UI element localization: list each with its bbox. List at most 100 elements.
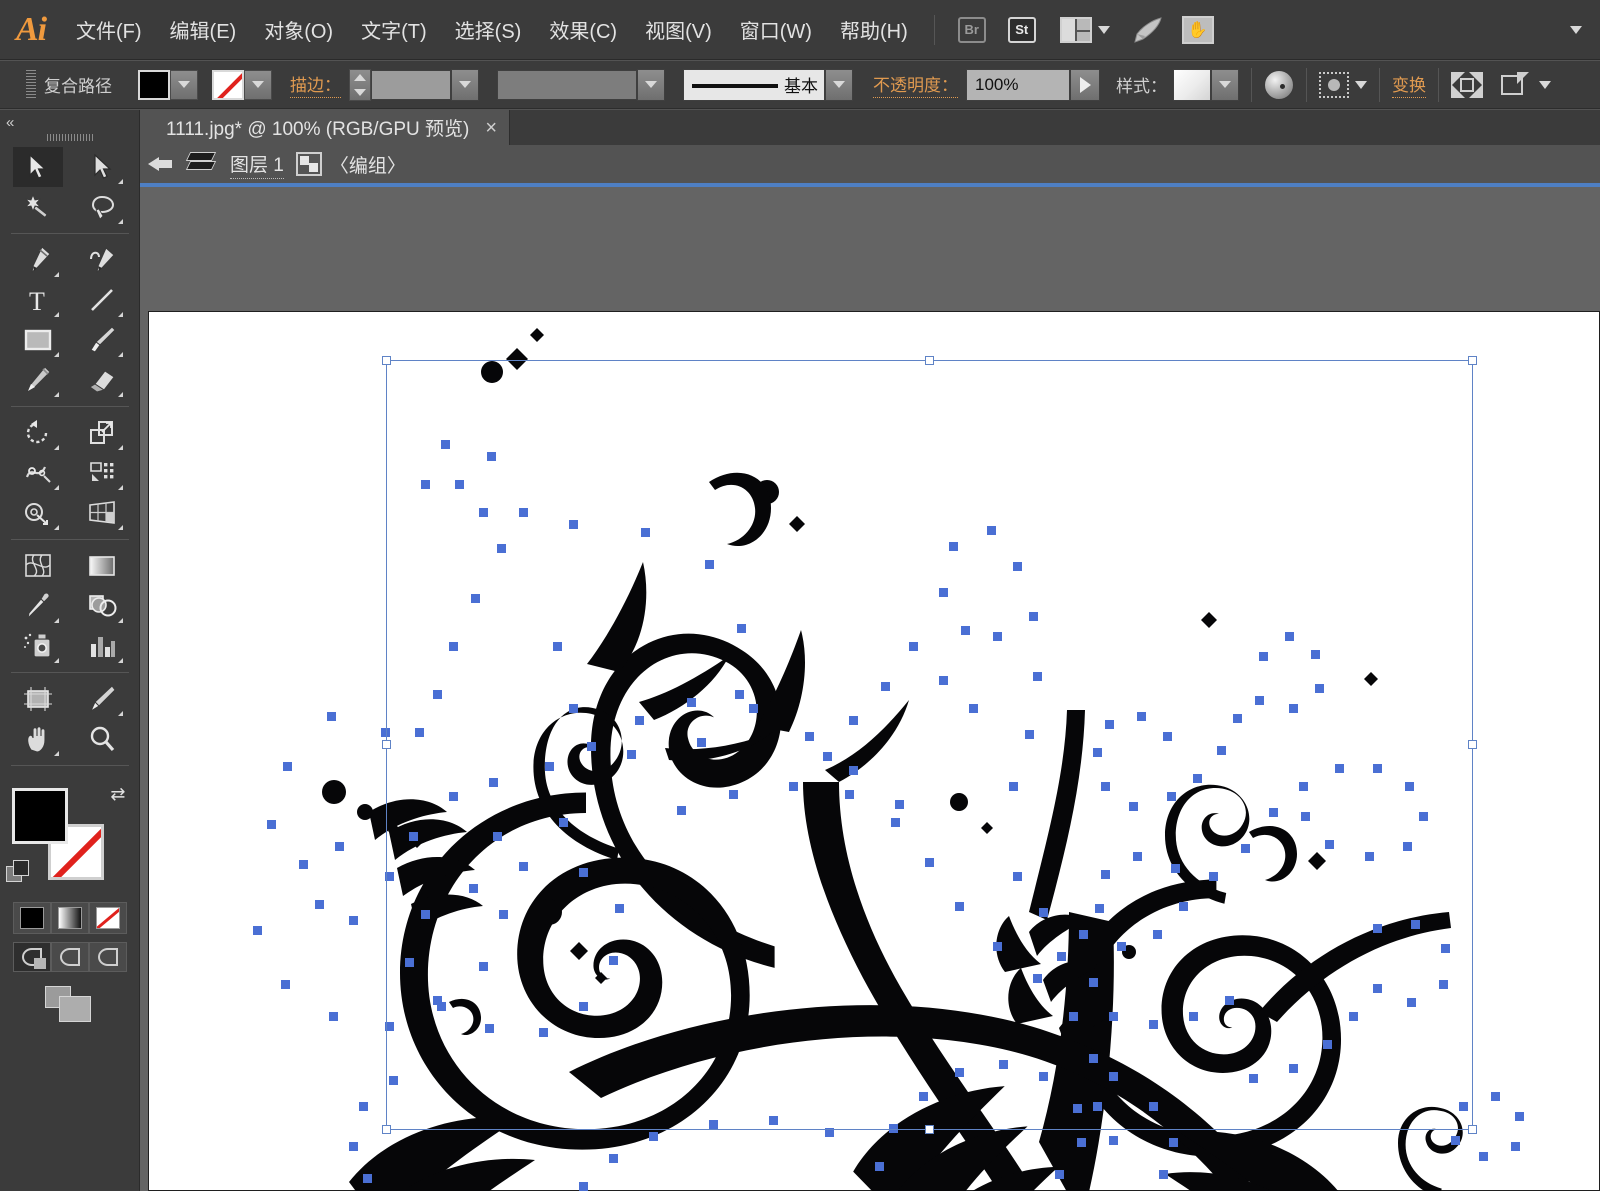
- paint-mode-bar: [12, 902, 127, 934]
- stock-icon[interactable]: St: [1005, 15, 1039, 45]
- tools-panel-grip[interactable]: [46, 134, 93, 141]
- width-tool[interactable]: [13, 453, 63, 493]
- stroke-swatch[interactable]: [212, 69, 244, 100]
- chevron-down-icon: [1097, 25, 1110, 34]
- symbol-sprayer-tool[interactable]: [13, 626, 63, 666]
- tools-panel-collapse[interactable]: «: [0, 110, 139, 134]
- shape-builder-tool[interactable]: [13, 493, 63, 533]
- fill-dropdown-chevron-icon[interactable]: [170, 69, 198, 100]
- magic-wand-tool[interactable]: [13, 187, 63, 227]
- style-swatch[interactable]: [1173, 68, 1211, 101]
- perspective-grid-tool[interactable]: [77, 493, 127, 533]
- type-tool[interactable]: T: [13, 280, 63, 320]
- menu-object[interactable]: 对象(O): [250, 0, 347, 60]
- gradient-mode[interactable]: [50, 902, 89, 934]
- menu-effect[interactable]: 效果(C): [535, 0, 631, 60]
- tools-panel: « T ⇄: [0, 110, 140, 1191]
- paintbrush-tool[interactable]: [77, 320, 127, 360]
- rectangle-tool[interactable]: [13, 320, 63, 360]
- hand-drop-icon[interactable]: ✋: [1181, 15, 1215, 45]
- menu-view[interactable]: 视图(V): [631, 0, 726, 60]
- menu-window[interactable]: 窗口(W): [726, 0, 826, 60]
- artboard[interactable]: [148, 311, 1600, 1191]
- fill-swatch-group[interactable]: [138, 69, 198, 100]
- free-transform-tool[interactable]: [77, 453, 127, 493]
- swap-fill-stroke-icon[interactable]: ⇄: [110, 784, 125, 805]
- menu-type[interactable]: 文字(T): [347, 0, 441, 60]
- scale-tool[interactable]: [77, 413, 127, 453]
- group-target-icon[interactable]: [295, 152, 322, 176]
- fill-color-swatch[interactable]: [11, 788, 68, 844]
- stroke-weight-input[interactable]: [371, 69, 451, 100]
- style-chevron-icon[interactable]: [1211, 68, 1239, 101]
- menu-select[interactable]: 选择(S): [441, 0, 536, 60]
- slice-tool[interactable]: [77, 679, 127, 719]
- stroke-dropdown-chevron-icon[interactable]: [244, 69, 272, 100]
- hand-tool[interactable]: [13, 719, 63, 759]
- stroke-profile-chevron-icon[interactable]: [637, 68, 665, 101]
- control-bar-overflow-chevron-icon[interactable]: [1539, 80, 1551, 89]
- tool-grid: T: [6, 147, 134, 772]
- normal-screen-mode[interactable]: [12, 942, 51, 972]
- control-divider-1: [1251, 67, 1252, 102]
- gradient-tool[interactable]: [77, 546, 127, 586]
- document-tab[interactable]: 1111.jpg* @ 100% (RGB/GPU 预览) ×: [148, 110, 511, 145]
- control-bar: 复合路径 描边： 基本 不透明度： 100% 样式： 变换: [0, 61, 1600, 109]
- layers-icon[interactable]: [185, 151, 220, 177]
- menu-edit[interactable]: 编辑(E): [156, 0, 251, 60]
- full-screen-icon: [97, 948, 118, 966]
- align-icon[interactable]: [1451, 71, 1483, 98]
- solid-color-mode[interactable]: [12, 902, 51, 934]
- rocket-icon[interactable]: [1131, 15, 1165, 45]
- select-similar-chevron-icon[interactable]: [1355, 80, 1367, 89]
- control-divider-2: [1306, 67, 1307, 102]
- menu-file[interactable]: 文件(F): [62, 0, 156, 60]
- brush-definition-chevron-icon[interactable]: [825, 68, 853, 101]
- stroke-weight-stepper[interactable]: [349, 68, 371, 101]
- stroke-profile-input[interactable]: [497, 69, 637, 100]
- change-screen-mode-icon[interactable]: [44, 986, 95, 1022]
- curvature-tool[interactable]: [77, 240, 127, 280]
- menu-help[interactable]: 帮助(H): [826, 0, 922, 60]
- canvas-area[interactable]: [140, 187, 1600, 1191]
- direct-selection-tool[interactable]: [77, 147, 127, 187]
- opacity-sphere-icon[interactable]: [1264, 69, 1294, 100]
- transform-label[interactable]: 变换: [1392, 71, 1426, 98]
- back-arrow-icon[interactable]: [148, 151, 178, 177]
- pencil-tool[interactable]: [13, 360, 63, 400]
- opacity-label[interactable]: 不透明度：: [873, 71, 958, 98]
- opacity-popup-arrow-icon[interactable]: [1070, 68, 1100, 101]
- close-icon[interactable]: ×: [485, 118, 497, 138]
- blend-tool[interactable]: [77, 586, 127, 626]
- selection-type-label: 复合路径: [44, 77, 112, 96]
- brush-definition-preview[interactable]: 基本: [683, 68, 825, 101]
- stroke-weight-chevron-icon[interactable]: [451, 68, 479, 101]
- artboard-tool[interactable]: [13, 679, 63, 719]
- lasso-tool[interactable]: [77, 187, 127, 227]
- selection-tool[interactable]: [12, 147, 63, 187]
- stroke-weight-label[interactable]: 描边：: [290, 71, 341, 98]
- full-screen-menu-mode[interactable]: [50, 942, 89, 972]
- default-fill-stroke-icon[interactable]: [5, 860, 30, 882]
- control-bar-grip[interactable]: [26, 69, 36, 100]
- fill-swatch[interactable]: [138, 69, 170, 100]
- zoom-tool[interactable]: [77, 719, 127, 759]
- document-setup-icon[interactable]: [1499, 71, 1533, 98]
- none-mode[interactable]: [88, 902, 127, 934]
- select-similar-icon[interactable]: [1319, 71, 1349, 98]
- arrange-documents-icon[interactable]: [1055, 15, 1115, 45]
- eyedropper-tool[interactable]: [13, 586, 63, 626]
- full-screen-mode[interactable]: [88, 942, 127, 972]
- column-graph-tool[interactable]: [77, 626, 127, 666]
- bridge-icon[interactable]: Br: [955, 15, 989, 45]
- breadcrumb-layer-link[interactable]: 图层 1: [230, 150, 284, 179]
- stroke-swatch-group[interactable]: [212, 69, 272, 100]
- eraser-tool[interactable]: [77, 360, 127, 400]
- opacity-input[interactable]: 100%: [966, 68, 1070, 101]
- pen-tool[interactable]: [13, 240, 63, 280]
- menubar-overflow-chevron-icon[interactable]: [1570, 25, 1582, 34]
- line-segment-tool[interactable]: [77, 280, 127, 320]
- mesh-tool[interactable]: [13, 546, 63, 586]
- rotate-tool[interactable]: [13, 413, 63, 453]
- tool-divider-1: [10, 233, 129, 234]
